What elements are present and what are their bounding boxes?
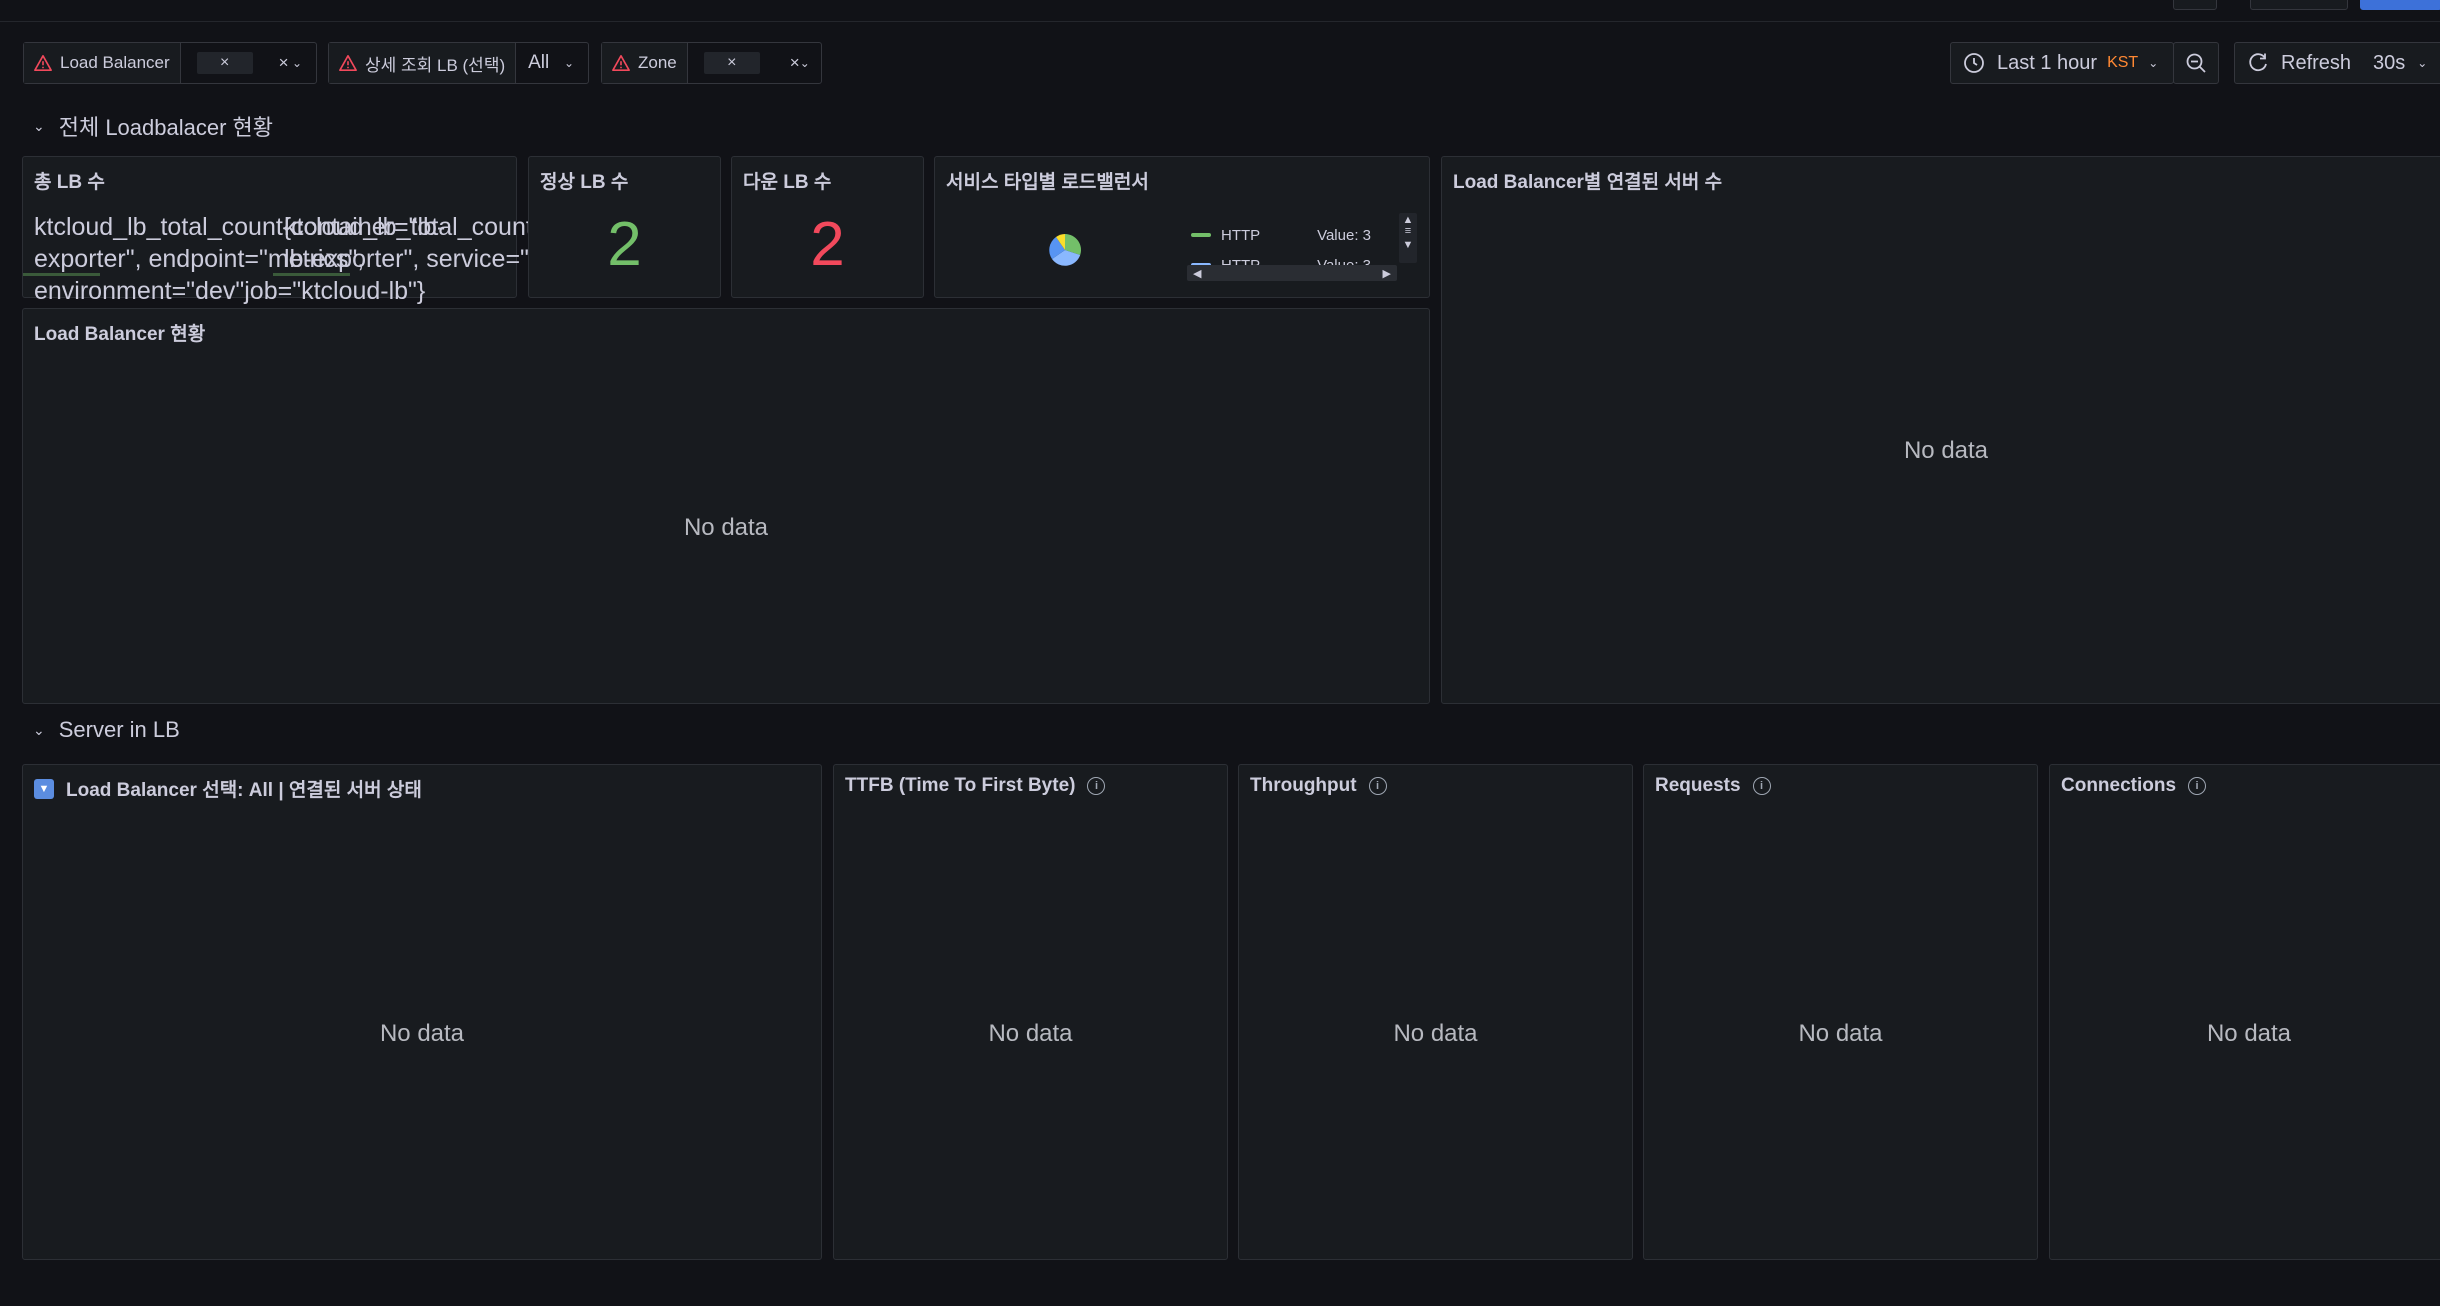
legend-item[interactable]: HTTP Value: 3 bbox=[1191, 220, 1371, 250]
chevron-down-icon[interactable]: ⌄ bbox=[800, 56, 810, 70]
clear-icon[interactable]: × bbox=[790, 53, 800, 73]
time-range-label: Last 1 hour bbox=[1997, 51, 2098, 74]
warning-icon bbox=[612, 54, 630, 72]
variable-label: Load Balancer bbox=[24, 43, 181, 83]
chevron-down-icon[interactable]: ⌄ bbox=[292, 56, 302, 70]
panel-title: Requests i bbox=[1655, 775, 1771, 797]
panel-down-lb[interactable]: 다운 LB 수 2 bbox=[731, 156, 924, 298]
warning-icon bbox=[34, 54, 52, 72]
row-header-overview[interactable]: ⌄ 전체 Loadbalacer 현황 bbox=[33, 110, 273, 142]
chevron-down-icon[interactable]: ⌄ bbox=[2417, 56, 2427, 70]
time-range-picker[interactable]: Last 1 hour KST ⌄ bbox=[1950, 42, 2174, 84]
scroll-down-icon[interactable]: ▼ bbox=[1399, 235, 1417, 255]
stat-value: 2 bbox=[607, 210, 642, 279]
toolbar-button[interactable] bbox=[2250, 0, 2348, 10]
panel-title: Load Balancer별 연결된 서버 수 bbox=[1453, 172, 1723, 193]
panel-title: 정상 LB 수 bbox=[540, 172, 629, 193]
legend-vertical-scrollbar[interactable]: ▲ ≡ ▼ bbox=[1399, 213, 1417, 263]
series-label: ktcloud_lb_total_count{container="lb- kt… bbox=[34, 211, 695, 307]
panel-title: ▼ Load Balancer 선택: All | 연결된 서버 상태 bbox=[34, 775, 422, 802]
panel-lb-status[interactable]: Load Balancer 현황 No data bbox=[22, 308, 1430, 704]
selected-value-chip[interactable]: × bbox=[196, 52, 253, 74]
panel-normal-lb[interactable]: 정상 LB 수 2 bbox=[528, 156, 721, 298]
panel-ttfb[interactable]: TTFB (Time To First Byte) i No data bbox=[833, 764, 1228, 1260]
refresh-icon[interactable] bbox=[2247, 52, 2269, 74]
no-data-message: No data bbox=[683, 514, 769, 541]
info-icon[interactable]: i bbox=[2188, 777, 2207, 795]
chevron-down-icon[interactable]: ⌄ bbox=[33, 722, 45, 739]
clock-icon bbox=[1964, 53, 1984, 73]
toolbar-primary-button[interactable] bbox=[2360, 0, 2440, 10]
panel-title: Load Balancer 현황 bbox=[34, 324, 206, 345]
scroll-right-icon[interactable]: ▶ bbox=[1383, 267, 1391, 280]
scroll-left-icon[interactable]: ◀ bbox=[1193, 267, 1201, 280]
variable-zone[interactable]: Zone × × ⌄ bbox=[601, 42, 822, 84]
panel-connections[interactable]: Connections i No data bbox=[2049, 764, 2440, 1260]
refresh-interval[interactable]: 30s bbox=[2373, 52, 2405, 75]
row-title: 전체 Loadbalacer 현황 bbox=[58, 115, 274, 140]
panel-lb-servers[interactable]: Load Balancer별 연결된 서버 수 No data bbox=[1441, 156, 2440, 704]
chevron-down-icon[interactable]: ⌄ bbox=[33, 118, 45, 135]
top-toolbar-strip bbox=[0, 0, 2440, 22]
no-data-message: No data bbox=[2206, 1020, 2292, 1047]
warning-icon bbox=[339, 54, 357, 72]
stat-value: 2 bbox=[810, 210, 845, 279]
panel-throughput[interactable]: Throughput i No data bbox=[1238, 764, 1633, 1260]
variable-detail-lb[interactable]: 상세 조회 LB (선택) All ⌄ bbox=[328, 42, 589, 84]
chevron-down-icon[interactable]: ⌄ bbox=[564, 56, 574, 70]
variable-label: Zone bbox=[602, 43, 688, 83]
panel-title: Throughput i bbox=[1250, 775, 1387, 797]
panel-requests[interactable]: Requests i No data bbox=[1643, 764, 2038, 1260]
selected-value-chip[interactable]: × bbox=[703, 52, 760, 74]
chevron-down-icon: ⌄ bbox=[2148, 56, 2159, 70]
panel-total-lb[interactable]: 총 LB 수 ktcloud_lb_total_count{container=… bbox=[22, 156, 695, 305]
legend-swatch bbox=[1191, 233, 1211, 237]
panel-title: 다운 LB 수 bbox=[743, 172, 832, 193]
panel-title: TTFB (Time To First Byte) i bbox=[845, 775, 1106, 797]
panel-title: Connections i bbox=[2061, 775, 2207, 797]
pie-chart bbox=[1049, 234, 1082, 266]
row-header-server-in-lb[interactable]: ⌄ Server in LB bbox=[33, 717, 180, 743]
variable-value[interactable]: All bbox=[528, 52, 549, 74]
info-icon[interactable]: i bbox=[1752, 777, 1771, 795]
panel-title: 총 LB 수 bbox=[34, 172, 105, 193]
zoom-out-icon bbox=[2186, 53, 2206, 73]
clear-icon[interactable]: × bbox=[279, 53, 289, 73]
variable-label: 상세 조회 LB (선택) bbox=[329, 43, 517, 83]
no-data-message: No data bbox=[379, 1020, 465, 1047]
panel-service-type[interactable]: 서비스 타입별 로드밸런서 HTTP Value: 3 HTTP Value: … bbox=[934, 156, 1430, 298]
variable-load-balancer[interactable]: Load Balancer × × ⌄ bbox=[23, 42, 317, 84]
no-data-message: No data bbox=[1903, 437, 1989, 464]
panel-server-status[interactable]: ▼ Load Balancer 선택: All | 연결된 서버 상태 No d… bbox=[22, 764, 822, 1260]
zoom-out-button[interactable] bbox=[2173, 42, 2219, 84]
timezone-label: KST bbox=[2107, 54, 2139, 71]
no-data-message: No data bbox=[1393, 1020, 1478, 1047]
refresh-picker[interactable]: Refresh 30s ⌄ bbox=[2234, 42, 2440, 84]
sparkline-fill bbox=[23, 273, 100, 276]
panel-title: 서비스 타입별 로드밸런서 bbox=[946, 172, 1149, 193]
info-icon[interactable]: i bbox=[1087, 777, 1106, 795]
filter-icon: ▼ bbox=[34, 778, 54, 799]
info-icon[interactable]: i bbox=[1368, 777, 1387, 795]
no-data-message: No data bbox=[1798, 1020, 1883, 1047]
toolbar-button[interactable] bbox=[2173, 0, 2217, 10]
refresh-button-label[interactable]: Refresh bbox=[2281, 52, 2351, 75]
sparkline-fill bbox=[273, 273, 350, 276]
no-data-message: No data bbox=[988, 1020, 1073, 1047]
row-title: Server in LB bbox=[58, 717, 180, 742]
series-line: environment="dev"job="ktcloud-lb"} bbox=[34, 277, 426, 305]
legend-horizontal-scrollbar[interactable]: ◀ ▶ bbox=[1187, 265, 1397, 281]
